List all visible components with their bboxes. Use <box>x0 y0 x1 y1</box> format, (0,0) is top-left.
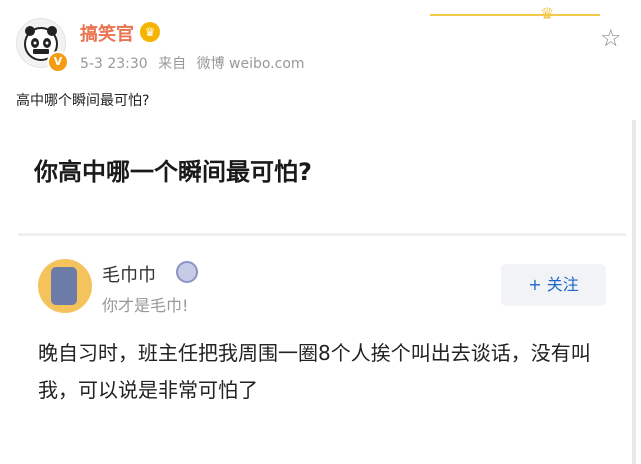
divider <box>18 233 626 236</box>
source-prefix: 来自 <box>158 56 187 72</box>
star-icon[interactable]: ☆ <box>600 24 622 52</box>
answer-avatar <box>38 259 92 313</box>
follow-button: + 关注 <box>501 264 606 306</box>
post-meta: 5-3 23:30 来自 微博 weibo.com <box>80 53 311 73</box>
decorative-line <box>430 14 600 16</box>
post-text: 高中哪个瞬间最可怕? <box>16 93 150 109</box>
post-header: V 搞笑官 ♛ 5-3 23:30 来自 微博 weibo.com ♛ ☆ <box>0 0 641 80</box>
crown-icon: ♛ <box>140 22 160 42</box>
post-date: 5-3 23:30 <box>80 56 148 72</box>
towel-icon <box>51 267 77 305</box>
answer-author-bio: 你才是毛巾! <box>102 296 189 315</box>
username[interactable]: 搞笑官 <box>80 20 134 46</box>
answer-author-name: 毛巾巾 <box>102 265 156 286</box>
verified-badge-icon: V <box>47 51 69 73</box>
decorative-crown-icon: ♛ <box>540 4 555 23</box>
vip-badge-icon <box>176 261 198 283</box>
post-source[interactable]: 微博 weibo.com <box>197 56 305 72</box>
answer-text: 晚自习时，班主任把我周围一圈8个人挨个叫出去谈话，没有叫我，可以说是非常可怕了 <box>38 341 591 402</box>
question-title: 你高中哪一个瞬间最可怕? <box>34 158 312 186</box>
